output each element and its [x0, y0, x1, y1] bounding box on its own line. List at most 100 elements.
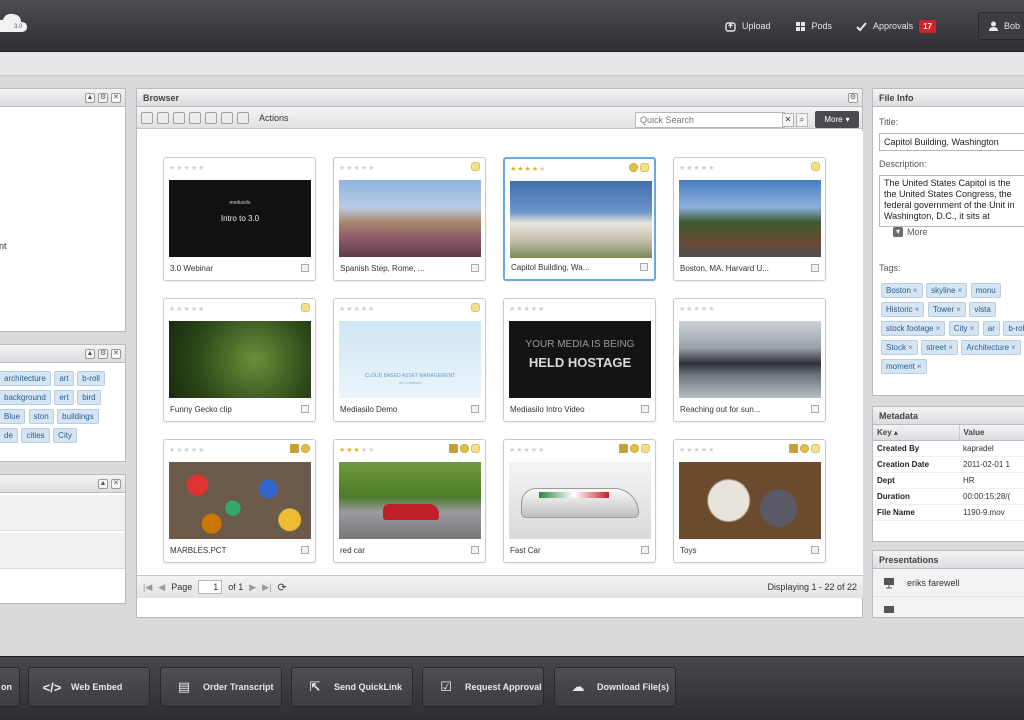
tag[interactable]: City [53, 428, 77, 443]
last-page-icon[interactable]: ▶| [262, 582, 271, 593]
presentation-item[interactable]: eriks farewell [873, 569, 1024, 597]
rating-stars[interactable]: ★★★★★ [169, 305, 205, 313]
rating-stars[interactable]: ★★★★★ [679, 446, 715, 454]
download-files-button[interactable]: ☁ Download File(s) [554, 667, 676, 707]
collapse-icon[interactable]: ▲ [98, 479, 108, 489]
lock-icon[interactable] [789, 444, 798, 453]
tag[interactable]: background [0, 390, 51, 405]
asset-card[interactable]: ★★★★★ Boston, MA. Harvard U... [673, 157, 826, 281]
request-approval-button[interactable]: ☑ Request Approval [422, 667, 544, 707]
order-transcript-button[interactable]: ▤ Order Transcript [160, 667, 282, 707]
tag[interactable]: architecture [0, 371, 51, 386]
asset-card[interactable]: ★★★★★ Fast Car [503, 439, 656, 563]
comment-icon[interactable] [640, 163, 649, 172]
tag[interactable]: b-roll [77, 371, 105, 386]
tag[interactable]: Historic × [881, 302, 925, 317]
remove-tag-icon[interactable]: × [1011, 343, 1016, 352]
comment-icon[interactable] [811, 162, 820, 171]
title-field[interactable]: Capitol Building, Washington [879, 133, 1024, 151]
rating-stars[interactable]: ★★★★★ [339, 446, 375, 454]
first-page-icon[interactable]: |◀ [143, 582, 152, 593]
rating-stars[interactable]: ★★★★★ [679, 305, 715, 313]
filter-icon[interactable] [189, 111, 201, 124]
tag[interactable]: street × [921, 340, 958, 355]
asset-thumbnail[interactable] [679, 180, 821, 257]
gear-icon[interactable]: ⚙ [98, 349, 108, 359]
asset-thumbnail[interactable] [509, 462, 651, 539]
tag[interactable]: City × [948, 321, 980, 336]
tag[interactable]: de [0, 428, 18, 443]
column-header-value[interactable]: Value [959, 425, 1024, 441]
page-number-input[interactable]: 1 [198, 580, 223, 594]
tag[interactable]: ert [54, 390, 74, 405]
rating-stars[interactable]: ★★★★★ [339, 305, 375, 313]
rating-stars[interactable]: ★★★★★ [169, 164, 205, 172]
approval-status-icon[interactable] [301, 444, 310, 453]
remove-tag-icon[interactable]: × [948, 343, 953, 352]
trash-icon[interactable] [237, 111, 249, 124]
comment-icon[interactable] [811, 444, 820, 453]
comment-icon[interactable] [471, 162, 480, 171]
asset-card[interactable]: ★★★★★ mediasilo Intro to 3.0 3.0 Webinar [163, 157, 316, 281]
collapse-icon[interactable]: ▲ [85, 349, 95, 359]
close-icon[interactable]: ✕ [111, 349, 121, 359]
tag[interactable]: monu [970, 283, 1001, 298]
asset-thumbnail[interactable] [679, 462, 821, 539]
approval-status-icon[interactable] [630, 444, 639, 453]
gear-icon[interactable]: ⚙ [98, 93, 108, 103]
tag[interactable]: bird [77, 390, 101, 405]
asset-thumbnail[interactable] [169, 462, 311, 539]
remove-tag-icon[interactable]: × [956, 305, 961, 314]
asset-card[interactable]: ★★★★★ CLOUD BASED ASSET MANAGEMENT for C… [333, 298, 486, 422]
asset-card[interactable]: ★★★★★ YOUR MEDIA IS BEING HELD HOSTAGE M… [503, 298, 656, 422]
tag[interactable]: skyline × [926, 283, 968, 298]
remove-tag-icon[interactable]: × [908, 343, 913, 352]
tag[interactable]: b-roll× [1003, 321, 1024, 336]
rating-stars[interactable]: ★★★★★ [510, 165, 546, 173]
lock-icon[interactable] [290, 444, 299, 453]
prev-page-icon[interactable]: ◀ [158, 582, 165, 593]
asset-thumbnail[interactable] [169, 321, 311, 398]
cloud-logo-icon[interactable]: 3.0 [0, 10, 28, 36]
remove-tag-icon[interactable]: × [917, 362, 922, 371]
rating-stars[interactable]: ★★★★★ [679, 164, 715, 172]
tag[interactable]: stock footage × [881, 321, 946, 336]
remove-tag-icon[interactable]: × [913, 286, 918, 295]
more-button[interactable]: More ▾ [815, 111, 859, 128]
send-quicklink-button[interactable]: ⇱ Send QuickLink [291, 667, 413, 707]
upload-button[interactable]: Upload [713, 0, 783, 52]
collapse-icon[interactable]: ▲ [85, 93, 95, 103]
tag[interactable]: art [54, 371, 74, 386]
grid-view-icon[interactable] [141, 111, 153, 124]
list-item[interactable] [0, 495, 125, 531]
lock-icon[interactable] [619, 444, 628, 453]
comment-icon[interactable] [471, 303, 480, 312]
list-view-icon[interactable] [157, 111, 169, 124]
list-item[interactable] [0, 533, 125, 569]
presentation-item[interactable] [873, 597, 1024, 617]
tag[interactable]: Architecture × [961, 340, 1021, 355]
tag[interactable]: ar [982, 321, 1000, 336]
tag[interactable]: ston [28, 409, 54, 424]
refresh-icon[interactable]: ⟳ [277, 581, 286, 594]
asset-thumbnail[interactable] [339, 462, 481, 539]
quick-search-input[interactable] [635, 112, 785, 128]
tag[interactable]: buildings [57, 409, 99, 424]
remove-tag-icon[interactable]: × [915, 305, 920, 314]
approval-status-icon[interactable] [629, 163, 638, 172]
tag[interactable]: Tower × [927, 302, 966, 317]
asset-thumbnail[interactable] [339, 180, 481, 257]
asset-thumbnail[interactable]: mediasilo Intro to 3.0 [169, 180, 311, 257]
comment-icon[interactable] [641, 444, 650, 453]
gear-icon[interactable]: ⚙ [848, 93, 858, 103]
tag[interactable]: moment × [881, 359, 927, 374]
approval-status-icon[interactable] [800, 444, 809, 453]
tag[interactable]: Boston × [881, 283, 923, 298]
lock-icon[interactable] [449, 444, 458, 453]
table-row[interactable]: File Name 1190-9.mov [873, 504, 1024, 521]
asset-thumbnail[interactable] [679, 321, 821, 398]
pods-button[interactable]: Pods [783, 0, 845, 52]
asset-card[interactable]: ★★★★★ red car [333, 439, 486, 563]
asset-card[interactable]: ★★★★★ Spanish Step, Rome, ... [333, 157, 486, 281]
asset-card[interactable]: ★★★★★ Funny Gecko clip [163, 298, 316, 422]
